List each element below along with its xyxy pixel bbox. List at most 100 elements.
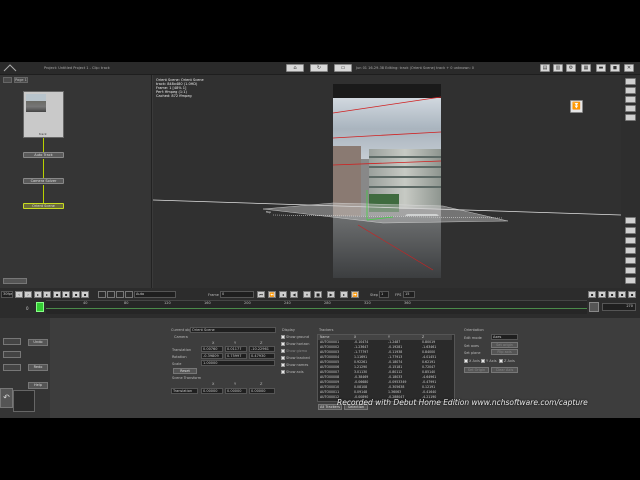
- play-button[interactable]: ▶: [327, 291, 335, 298]
- goto-start-button[interactable]: ⏮: [257, 291, 265, 298]
- viewport[interactable]: Orient Scene: Orient Scene track: 848x48…: [153, 75, 621, 288]
- tl-btn-1[interactable]: ‹: [15, 291, 23, 298]
- next-key-button[interactable]: ⏩: [351, 291, 359, 298]
- show-tracked-check[interactable]: [281, 356, 285, 360]
- node-scrollbar[interactable]: [3, 278, 27, 284]
- right-tool-3[interactable]: [625, 96, 636, 103]
- node-orient-scene[interactable]: Orient Scene: [23, 203, 64, 209]
- settings-button-1[interactable]: ▤: [540, 64, 550, 72]
- transform-select[interactable]: Translation: [171, 388, 198, 394]
- right-tool-1[interactable]: [625, 78, 636, 85]
- settings-button-2[interactable]: ▥: [553, 64, 563, 72]
- right-tool-12[interactable]: [625, 277, 636, 284]
- show-axis-check[interactable]: [281, 370, 285, 374]
- tl-btn-8[interactable]: ▪: [81, 291, 89, 298]
- timeline-track[interactable]: 40 80 120 160 200 240 280 320 360: [46, 300, 587, 314]
- step-input[interactable]: 1: [379, 291, 389, 298]
- settings-button-3[interactable]: ⚙: [566, 64, 576, 72]
- x-axis-check[interactable]: [464, 359, 468, 363]
- right-tool-8[interactable]: [625, 237, 636, 244]
- right-tool-2[interactable]: [625, 87, 636, 94]
- tl-btn-5[interactable]: ▪: [53, 291, 61, 298]
- flip-axis-button[interactable]: Flip axis: [491, 349, 518, 355]
- end-marker[interactable]: [589, 302, 599, 312]
- source-thumbnail[interactable]: [23, 91, 64, 138]
- mode-select[interactable]: Auto: [134, 291, 176, 298]
- clear-axis-button[interactable]: Clear Axis: [491, 367, 518, 373]
- key-button[interactable]: [107, 291, 115, 298]
- y-axis-check[interactable]: [481, 359, 485, 363]
- translation-z[interactable]: -10.22961: [249, 346, 275, 352]
- translation-y[interactable]: 0.01177: [225, 346, 247, 352]
- refresh-button[interactable]: ↻: [310, 64, 328, 72]
- current-select[interactable]: Orient Scene: [190, 327, 276, 333]
- edit-mode-select[interactable]: Axes: [491, 334, 518, 340]
- apply-origin-button[interactable]: Set Origin: [464, 367, 489, 373]
- transform-x[interactable]: 0.00000: [201, 388, 223, 394]
- tl-btn-4[interactable]: ▸: [43, 291, 51, 298]
- node-auto-track[interactable]: Auto Track: [23, 152, 64, 158]
- pause-button[interactable]: ⏸: [303, 291, 311, 298]
- node-camera-solver[interactable]: Camera Solver: [23, 178, 64, 184]
- translation-x[interactable]: 0.00760: [201, 346, 223, 352]
- show-names-check[interactable]: [281, 363, 285, 367]
- transform-z[interactable]: 0.00000: [249, 388, 275, 394]
- right-tool-4[interactable]: [625, 105, 636, 112]
- expand-icon[interactable]: ⏬: [570, 100, 583, 113]
- tl-right-2[interactable]: ▪: [598, 291, 606, 298]
- reset-button[interactable]: Reset: [173, 368, 197, 374]
- right-tool-5[interactable]: [625, 114, 636, 121]
- prev-key-button[interactable]: ⏪: [268, 291, 276, 298]
- loop-button[interactable]: [116, 291, 124, 298]
- play-back-button[interactable]: ◀: [290, 291, 298, 298]
- camera-move-icon[interactable]: [3, 338, 21, 345]
- tl-right-4[interactable]: ▪: [618, 291, 626, 298]
- scale-input[interactable]: 1.00000: [201, 360, 275, 366]
- settings-button-5[interactable]: ▬: [596, 64, 606, 72]
- set-origin-button[interactable]: Set origin: [491, 342, 518, 348]
- camera-dolly-icon[interactable]: [3, 351, 21, 358]
- next-frame-button[interactable]: ▸: [340, 291, 348, 298]
- camera-view-button[interactable]: ⌂: [286, 64, 304, 72]
- redo-button[interactable]: Redo: [28, 364, 48, 371]
- close-icon[interactable]: ✕: [624, 64, 634, 72]
- tl-btn-7[interactable]: ▪: [72, 291, 80, 298]
- trackers-table[interactable]: Name X Y Z AUTO00001 -0.10474 -1.2487 0.800…: [317, 334, 455, 402]
- node-home-icon[interactable]: [3, 77, 12, 83]
- show-ground-check[interactable]: [281, 335, 285, 339]
- right-tool-10[interactable]: [625, 257, 636, 264]
- settings-button-4[interactable]: ▦: [581, 64, 591, 72]
- tl-btn-3[interactable]: ▸: [34, 291, 42, 298]
- tab-page-1[interactable]: Page 1: [14, 77, 28, 83]
- z-axis-check[interactable]: [499, 359, 503, 363]
- help-button[interactable]: Help: [28, 382, 48, 389]
- rotation-x[interactable]: -0.39809: [201, 353, 223, 359]
- export-button[interactable]: ▭: [334, 64, 352, 72]
- prev-frame-button[interactable]: ◂: [279, 291, 287, 298]
- stop-button[interactable]: ■: [314, 291, 322, 298]
- settings-button-6[interactable]: ◼: [610, 64, 620, 72]
- show-horizon-check[interactable]: [281, 342, 285, 346]
- transform-y[interactable]: 0.00000: [225, 388, 247, 394]
- playhead[interactable]: [36, 302, 44, 312]
- fps-select[interactable]: 30fps: [1, 291, 13, 298]
- frame-input[interactable]: 0: [220, 291, 254, 298]
- show-gizmo-check[interactable]: [281, 349, 285, 353]
- right-tool-6[interactable]: [625, 217, 636, 224]
- undo-button[interactable]: Undo: [28, 339, 48, 346]
- tl-right-1[interactable]: ▪: [588, 291, 596, 298]
- fps-input[interactable]: 15: [403, 291, 415, 298]
- tl-btn-6[interactable]: ▪: [62, 291, 70, 298]
- back-arrow-icon[interactable]: ↶: [0, 388, 13, 408]
- tl-btn-2[interactable]: ›: [24, 291, 32, 298]
- camera-pan-icon[interactable]: [3, 364, 21, 371]
- tl-right-5[interactable]: ▪: [628, 291, 636, 298]
- timeline-end[interactable]: 270: [602, 303, 636, 311]
- right-tool-9[interactable]: [625, 247, 636, 254]
- record-button[interactable]: [98, 291, 106, 298]
- tl-right-3[interactable]: ▪: [608, 291, 616, 298]
- right-tool-7[interactable]: [625, 227, 636, 234]
- right-tool-11[interactable]: [625, 267, 636, 274]
- mark-button[interactable]: [125, 291, 133, 298]
- rotation-y[interactable]: 0.75997: [225, 353, 247, 359]
